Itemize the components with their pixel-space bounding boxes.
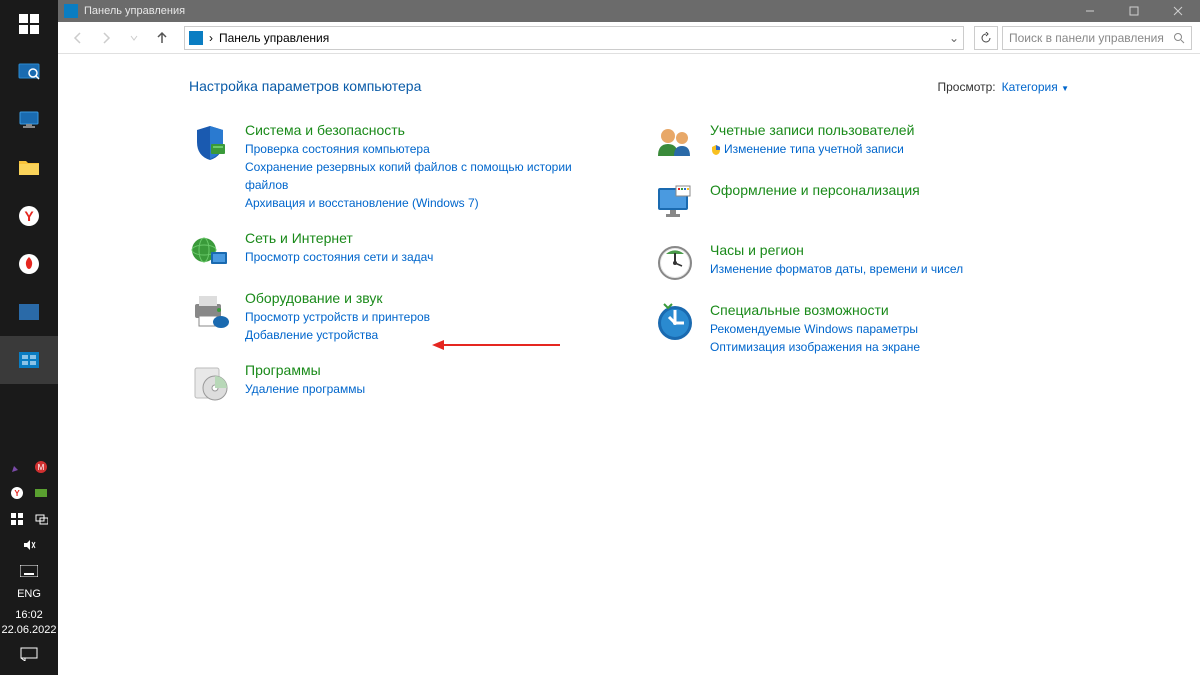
tray-icon-mail[interactable]: M bbox=[32, 458, 50, 476]
category-title[interactable]: Учетные записи пользователей bbox=[710, 122, 1069, 138]
globe-icon bbox=[189, 230, 231, 272]
svg-text:Y: Y bbox=[24, 208, 34, 224]
category-system-security: Система и безопасность Проверка состояни… bbox=[189, 122, 604, 212]
taskbar-app-generic[interactable] bbox=[0, 288, 58, 336]
category-link[interactable]: Изменение форматов даты, времени и чисел bbox=[710, 260, 1069, 278]
users-icon bbox=[654, 122, 696, 164]
category-title[interactable]: Часы и регион bbox=[710, 242, 1069, 258]
svg-text:M: M bbox=[38, 463, 45, 472]
svg-text:Y: Y bbox=[14, 489, 20, 498]
monitor-icon bbox=[654, 182, 696, 224]
tray-row: Y bbox=[8, 480, 50, 506]
tray-icon-nvidia[interactable] bbox=[32, 484, 50, 502]
category-link[interactable]: Просмотр устройств и принтеров bbox=[245, 308, 604, 326]
tray-icon-keyboard[interactable] bbox=[20, 562, 38, 580]
accessibility-icon bbox=[654, 302, 696, 344]
taskbar-app-controlpanel[interactable] bbox=[0, 336, 58, 384]
toolbar: › Панель управления ⌄ Поиск в панели упр… bbox=[58, 22, 1200, 54]
breadcrumb[interactable]: Панель управления bbox=[219, 31, 329, 45]
category-accessibility: Специальные возможности Рекомендуемые Wi… bbox=[654, 302, 1069, 356]
tray-row: M bbox=[8, 454, 50, 480]
printer-icon bbox=[189, 290, 231, 332]
category-clock: Часы и регион Изменение форматов даты, в… bbox=[654, 242, 1069, 284]
titlebar: Панель управления bbox=[58, 0, 1200, 22]
category-title[interactable]: Оборудование и звук bbox=[245, 290, 604, 306]
window: Панель управления › Панель управления ⌄ … bbox=[58, 0, 1200, 675]
action-center-button[interactable] bbox=[20, 641, 38, 667]
category-programs: Программы Удаление программы bbox=[189, 362, 604, 404]
category-title[interactable]: Система и безопасность bbox=[245, 122, 604, 138]
taskbar-app-yandex[interactable]: Y bbox=[0, 192, 58, 240]
search-placeholder: Поиск в панели управления bbox=[1009, 31, 1164, 45]
category-title[interactable]: Специальные возможности bbox=[710, 302, 1069, 318]
app-icon bbox=[64, 4, 78, 18]
taskbar-app-torch[interactable] bbox=[0, 240, 58, 288]
category-link[interactable]: Рекомендуемые Windows параметры bbox=[710, 320, 1069, 338]
controlpanel-icon bbox=[189, 31, 203, 45]
tray-icon-network[interactable] bbox=[32, 510, 50, 528]
category-link[interactable]: Проверка состояния компьютера bbox=[245, 140, 604, 158]
tray-icon-volume[interactable] bbox=[20, 536, 38, 554]
category-link[interactable]: Изменение типа учетной записи bbox=[710, 140, 1069, 158]
categories-right: Учетные записи пользователей Изменение т… bbox=[654, 122, 1069, 422]
category-users: Учетные записи пользователей Изменение т… bbox=[654, 122, 1069, 164]
tray-icon-pen[interactable] bbox=[8, 458, 26, 476]
taskbar-app-explorer[interactable] bbox=[0, 144, 58, 192]
category-link[interactable]: Архивация и восстановление (Windows 7) bbox=[245, 194, 604, 212]
clock-icon bbox=[654, 242, 696, 284]
minimize-button[interactable] bbox=[1068, 0, 1112, 22]
tray-icon-security[interactable] bbox=[8, 510, 26, 528]
category-title[interactable]: Программы bbox=[245, 362, 604, 378]
address-bar[interactable]: › Панель управления ⌄ bbox=[184, 26, 964, 50]
chevron-down-icon[interactable]: ⌄ bbox=[949, 31, 959, 45]
tray-row bbox=[20, 558, 38, 584]
back-button[interactable] bbox=[66, 26, 90, 50]
up-button[interactable] bbox=[150, 26, 174, 50]
tray-row bbox=[8, 506, 50, 532]
forward-button[interactable] bbox=[94, 26, 118, 50]
search-icon bbox=[1173, 32, 1185, 44]
uac-shield-icon bbox=[710, 144, 722, 156]
breadcrumb-sep: › bbox=[209, 31, 213, 45]
disc-icon bbox=[189, 362, 231, 404]
clock-date: 22.06.2022 bbox=[1, 623, 56, 637]
recent-dropdown[interactable] bbox=[122, 26, 146, 50]
language-indicator[interactable]: ENG bbox=[17, 584, 41, 604]
categories-left: Система и безопасность Проверка состояни… bbox=[189, 122, 604, 422]
category-link[interactable]: Удаление программы bbox=[245, 380, 604, 398]
close-button[interactable] bbox=[1156, 0, 1200, 22]
maximize-button[interactable] bbox=[1112, 0, 1156, 22]
category-link[interactable]: Сохранение резервных копий файлов с помо… bbox=[245, 158, 604, 194]
content: Настройка параметров компьютера Просмотр… bbox=[58, 54, 1200, 675]
category-hardware: Оборудование и звук Просмотр устройств и… bbox=[189, 290, 604, 344]
category-appearance: Оформление и персонализация bbox=[654, 182, 1069, 224]
category-network: Сеть и Интернет Просмотр состояния сети … bbox=[189, 230, 604, 272]
category-link[interactable]: Просмотр состояния сети и задач bbox=[245, 248, 604, 266]
page-heading: Настройка параметров компьютера bbox=[189, 78, 421, 94]
category-link[interactable]: Добавление устройства bbox=[245, 326, 604, 344]
category-link[interactable]: Оптимизация изображения на экране bbox=[710, 338, 1069, 356]
search-input[interactable]: Поиск в панели управления bbox=[1002, 26, 1192, 50]
category-title[interactable]: Сеть и Интернет bbox=[245, 230, 604, 246]
window-title: Панель управления bbox=[84, 5, 185, 17]
system-tray: M Y ENG 16:02 22.06.2022 bbox=[0, 454, 58, 675]
tray-icon-yandex[interactable]: Y bbox=[8, 484, 26, 502]
view-control: Просмотр: Категория ▼ bbox=[937, 80, 1069, 94]
clock[interactable]: 16:02 22.06.2022 bbox=[1, 604, 56, 641]
shield-icon bbox=[189, 122, 231, 164]
taskbar-app-magnifier[interactable] bbox=[0, 48, 58, 96]
clock-time: 16:02 bbox=[1, 608, 56, 622]
start-button[interactable] bbox=[0, 0, 58, 48]
refresh-button[interactable] bbox=[974, 26, 998, 50]
view-dropdown[interactable]: Категория ▼ bbox=[1002, 80, 1069, 94]
tray-row bbox=[20, 532, 38, 558]
taskbar: Y M Y ENG 16:02 22.06.2022 bbox=[0, 0, 58, 675]
category-title[interactable]: Оформление и персонализация bbox=[710, 182, 1069, 198]
taskbar-app-thispc[interactable] bbox=[0, 96, 58, 144]
chevron-down-icon: ▼ bbox=[1061, 84, 1069, 93]
view-label: Просмотр: bbox=[937, 80, 995, 94]
